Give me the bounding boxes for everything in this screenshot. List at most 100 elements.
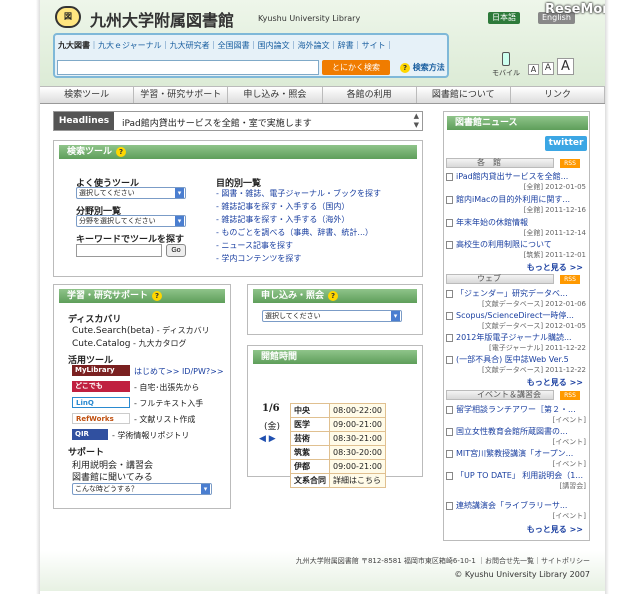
news-item[interactable]: iPad館内貸出サービスを全館... [全館] 2012-01-05 [446,172,586,192]
footer-address[interactable]: 九州大学附属図書館 〒812-8581 福岡市東区箱崎6-10-1 ｜お問合せ先… [296,556,590,566]
linq-desc: - フルテキスト入手 [134,399,204,408]
apply-title: 申し込み・照会 [261,291,325,301]
field-select[interactable]: 分野を選択してください [76,215,186,227]
more-link[interactable]: もっと見る >> [527,262,583,273]
page-icon [446,501,453,510]
go-button[interactable]: Go [166,244,186,257]
news-item[interactable]: 館内iMacの目的外利用に関す... [全館] 2011-12-16 [446,195,586,215]
search-tab[interactable]: 海外論文 [298,41,330,50]
nav-support[interactable]: 学習・研究サポート [134,87,229,103]
cute-search-desc: - ディスカバリ [154,326,210,335]
mylibrary-link[interactable]: MyLibrary [72,365,130,376]
panel-title: 申し込み・照会? [253,289,417,303]
help-select[interactable]: こんな時どうする？ [72,483,212,495]
news-item[interactable]: 高校生の利用制限について [筑紫] 2011-12-01 [446,240,586,260]
keyword-tool-input[interactable] [76,244,162,257]
purpose-link[interactable]: - 雑誌記事を探す・入手する（海外） [216,214,349,225]
news-item[interactable]: 「UP TO DATE」 利用説明会（1... [講習会] [446,471,586,491]
search-tabs: 九大図書｜九大ｅジャーナル｜九大研究者｜全国図書｜国内論文｜海外論文｜辞書｜サイ… [58,41,394,50]
watermark: ReseMom [545,2,605,17]
search-tab[interactable]: 国内論文 [258,41,290,50]
dokodemo-link[interactable]: どこでも [72,381,130,392]
rss-icon[interactable]: RSS [560,391,580,400]
font-medium-button[interactable]: A [542,62,554,75]
mobile-link[interactable]: モバイル [492,52,520,78]
question-icon[interactable]: ? [328,291,339,301]
purpose-link[interactable]: - 図書・雑誌、電子ジャーナル・ブックを探す [216,188,381,199]
support-panel: 学習・研究サポート? ディスカバリ Cute.Search(beta) - ディ… [53,284,231,509]
news-item[interactable]: 留学相談ランチアワー［第２・... [イベント] [446,405,586,425]
often-used-select[interactable]: 選択してください [76,187,186,199]
font-large-button[interactable]: A [557,58,574,75]
site-title[interactable]: 九州大学附属図書館 [90,7,234,31]
page-icon [446,240,453,249]
hours-table: 中央 08:00-22:00 医学 09:00-21:00 芸術 08:30-21:0… [290,403,386,488]
news-panel: 図書館ニュース twitter 各 館 RSS iPad館内貸出サービスを全館.… [443,111,590,541]
site-subtitle: Kyushu University Library [258,14,361,23]
mylibrary-help[interactable]: はじめて>> ID/PW?>> [134,366,224,377]
question-icon[interactable]: ? [152,291,163,301]
table-row: 伊都 09:00-21:00 [290,459,386,474]
search-tab[interactable]: 九大研究者 [170,41,210,50]
news-item[interactable]: (一部不具合) 医中誌Web Ver.5 [文献データベース] 2011-12-2… [446,355,586,375]
apply-select[interactable]: 選択してください [262,310,402,322]
purpose-link[interactable]: - 雑誌記事を探す・入手する（国内） [216,201,349,212]
news-item[interactable]: 連続講演会「ライブラリーサ... [イベント] [446,501,586,521]
panel-title: 開館時間 [253,350,417,364]
nav-search-tools[interactable]: 検索ツール [40,87,135,103]
japanese-button[interactable]: 日本語 [488,12,520,24]
ask-library-link[interactable]: 図書館に聞いてみる [72,470,153,483]
refworks-desc: - 文献リスト作成 [134,415,196,424]
apply-panel: 申し込み・照会? 選択してください [247,284,423,335]
rss-icon[interactable]: RSS [560,159,580,168]
more-link[interactable]: もっと見る >> [527,524,583,535]
qir-desc: - 学術情報リポジトリ [112,431,190,440]
qir-link[interactable]: QIR [72,429,108,440]
search-tab[interactable]: サイト [362,41,386,50]
twitter-button[interactable]: twitter [545,136,587,151]
news-item[interactable]: 「ジェンダー」研究データベ... [文献データベース] 2012-01-06 [446,289,586,309]
rss-icon[interactable]: RSS [560,275,580,284]
cute-catalog-link[interactable]: Cute.Catalog [72,339,130,349]
purpose-link[interactable]: - ニュース記事を探す [216,240,293,251]
library-logo[interactable]: 図 [55,6,81,28]
main-nav: 検索ツール 学習・研究サポート 申し込み・照会 各館の利用 図書館について リン… [40,86,605,104]
table-row[interactable]: 文系合同 詳細はこちら [290,473,386,488]
search-tab[interactable]: 九大ｅジャーナル [98,41,162,50]
news-item[interactable]: 国立女性教育会館所蔵図書の... [イベント] [446,427,586,447]
purpose-link[interactable]: - 学内コンテンツを探す [216,253,301,264]
news-category: ウェブ [446,274,554,284]
news-item[interactable]: Scopus/ScienceDirect一時停... [文献データベース] 201… [446,311,586,331]
news-category: イベント＆講習会 [446,390,554,400]
hours-date-arrows[interactable]: ◀ ▶ [259,434,276,444]
linq-link[interactable]: LinQ [72,397,130,408]
more-link[interactable]: もっと見る >> [527,377,583,388]
search-help-label: 検索方法 [412,63,445,72]
nav-apply[interactable]: 申し込み・照会 [228,87,323,103]
mobile-label: モバイル [492,69,520,77]
search-tab[interactable]: 九大図書 [58,41,90,50]
nav-links[interactable]: リンク [511,87,605,103]
search-help-link[interactable]: ? 検索方法 [396,62,445,73]
news-item[interactable]: MIT宮川繁教授講演「オープン... [イベント] [446,449,586,469]
headline-link[interactable]: iPad館内貸出サービスを全館・室で実施します [122,116,312,129]
headline-scroll-arrows[interactable]: ▲ ▼ [414,112,419,130]
refworks-link[interactable]: RefWorks [72,413,130,424]
nav-libraries[interactable]: 各館の利用 [323,87,417,103]
mobile-phone-icon [502,52,510,66]
news-item[interactable]: 2012年版電子ジャーナル購読... [電子ジャーナル] 2011-12-22 [446,333,586,353]
page-icon [446,427,453,436]
search-tab[interactable]: 全国図書 [218,41,250,50]
footer: 九州大学附属図書館 〒812-8581 福岡市東区箱崎6-10-1 ｜お問合せ先… [40,551,605,591]
search-tab[interactable]: 辞書 [338,41,354,50]
question-icon[interactable]: ? [116,147,127,157]
news-item[interactable]: 年末年始の休館情報 [全館] 2011-12-14 [446,218,586,238]
cute-search-link[interactable]: Cute.Search(beta) [72,326,154,336]
search-button[interactable]: とにかく検索 [322,60,390,75]
nav-about[interactable]: 図書館について [417,87,511,103]
search-input[interactable] [57,60,319,75]
font-small-button[interactable]: A [528,64,539,75]
headlines-label: Headlines [54,112,114,130]
discovery-label: ディスカバリ [68,315,122,325]
purpose-link[interactable]: - ものごとを調べる（事典、辞書、統計...） [216,227,373,238]
